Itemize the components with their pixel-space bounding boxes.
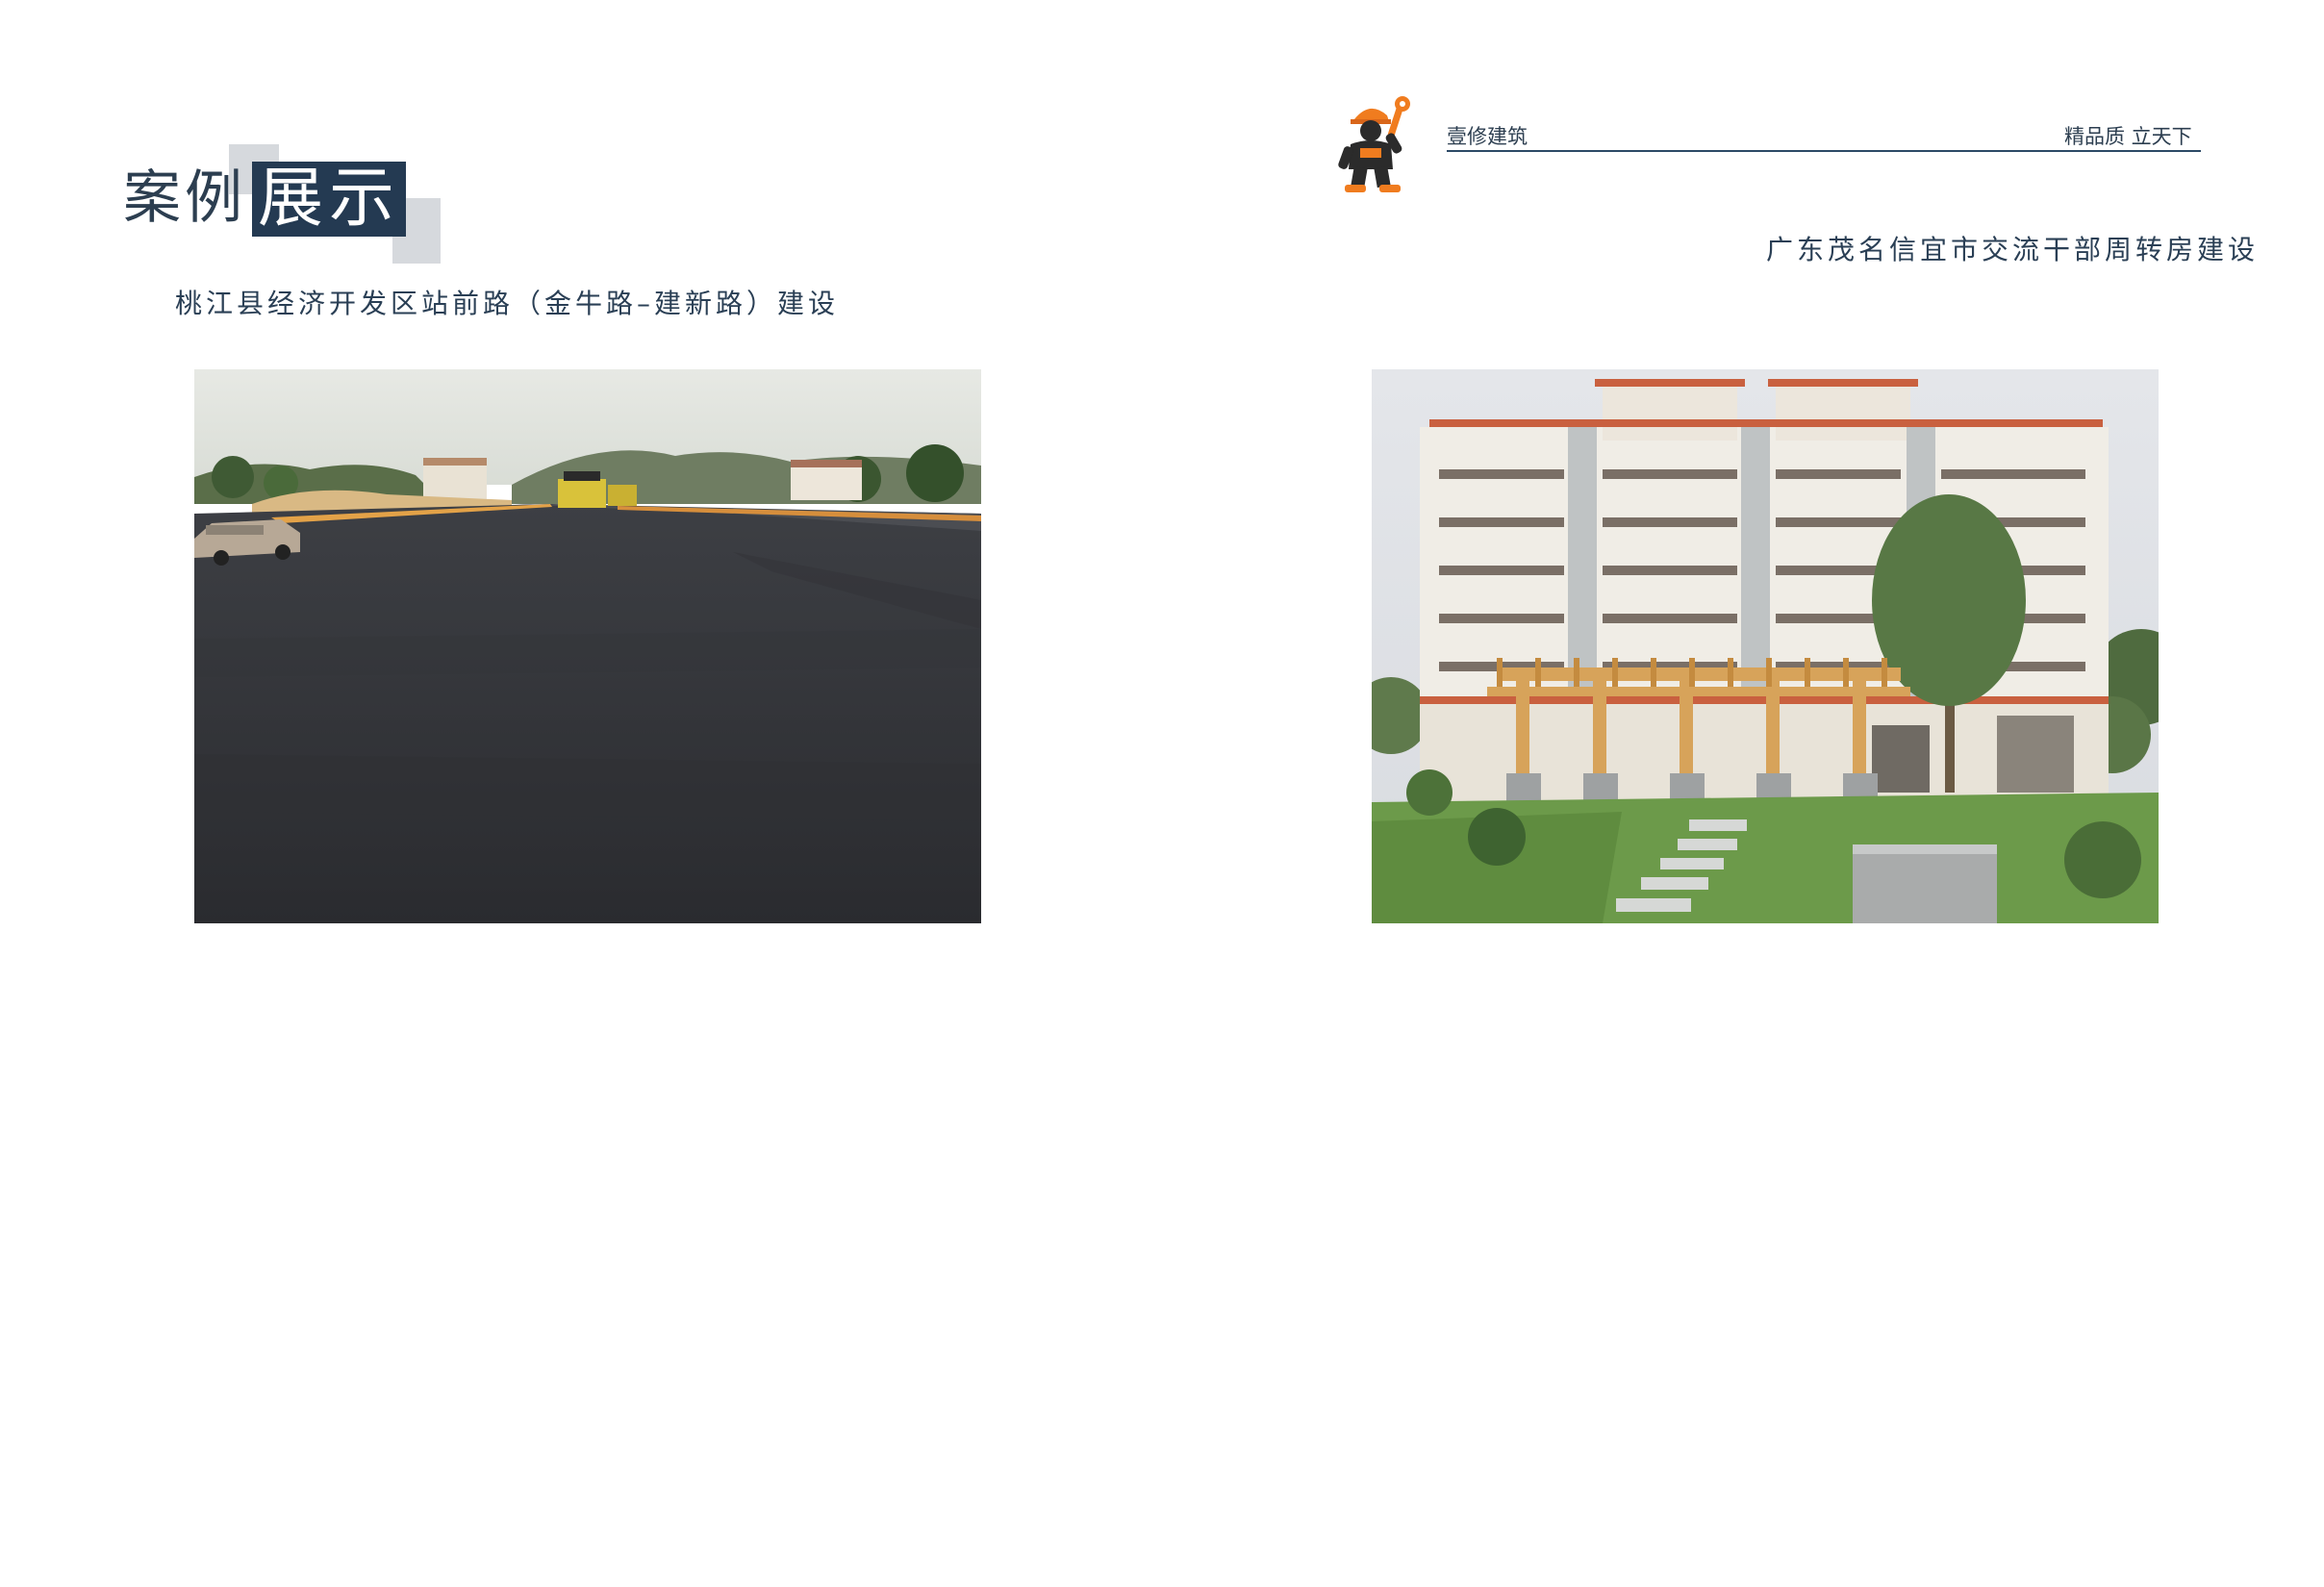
header-slogan: 精品质 立天下 xyxy=(2064,125,2192,148)
header-brand: 壹修建筑 xyxy=(1447,125,1528,148)
right-project-caption: 广东茂名信宜市交流干部周转房建设 xyxy=(1765,234,2259,265)
road-construction-photo xyxy=(194,369,981,923)
residential-building-photo xyxy=(1372,369,2159,923)
brochure-spread: 案例 展示 桃江县经济开发区站前路（金牛路–建新路）建设 壹修建筑 精品质 立天… xyxy=(0,0,2324,1587)
section-title-plain: 案例 xyxy=(123,164,246,232)
construction-worker-mascot-icon xyxy=(1337,94,1414,194)
left-project-caption: 桃江县经济开发区站前路（金牛路–建新路）建设 xyxy=(175,288,840,319)
header-divider xyxy=(1447,150,2201,152)
section-title-highlight: 展示 xyxy=(252,162,406,237)
